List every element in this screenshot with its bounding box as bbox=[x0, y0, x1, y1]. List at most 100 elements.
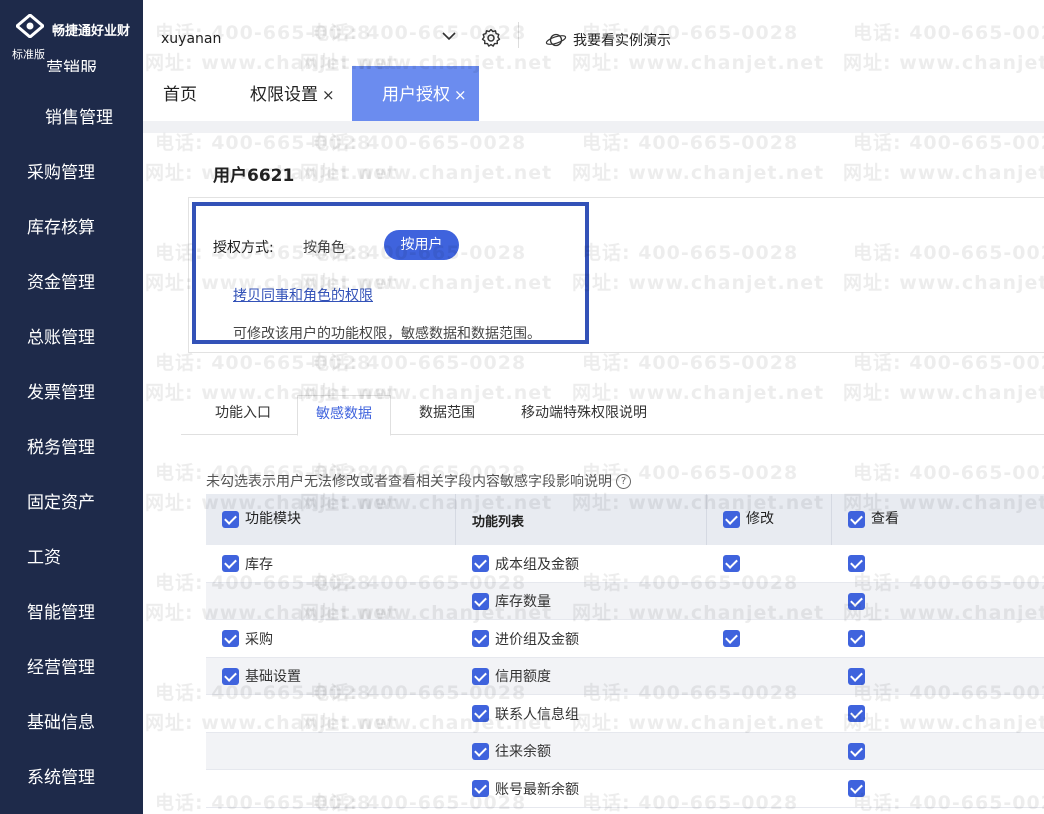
tab-home[interactable]: 首页 bbox=[163, 66, 197, 121]
page-tabs: 首页 权限设置 × 用户授权 × bbox=[143, 66, 1044, 121]
modify-cell bbox=[723, 545, 740, 582]
tab-user-authorization-label: 用户授权 bbox=[382, 85, 450, 105]
brand-name: 畅捷通好业财 bbox=[52, 24, 131, 39]
view-cell bbox=[848, 695, 865, 732]
select-all-module-checkbox[interactable] bbox=[222, 511, 239, 528]
header-modify-label: 修改 bbox=[746, 511, 774, 527]
subtab-data-scope[interactable]: 数据范围 bbox=[419, 395, 475, 435]
sidebar-item-cut[interactable]: 营销服 bbox=[46, 54, 97, 72]
help-icon[interactable]: ? bbox=[616, 473, 631, 489]
module-checkbox[interactable] bbox=[222, 555, 239, 572]
field-cell: 库存数量 bbox=[472, 583, 551, 620]
modify-checkbox[interactable] bbox=[723, 555, 740, 572]
select-all-view-checkbox[interactable] bbox=[848, 511, 865, 528]
field-checkbox[interactable] bbox=[472, 592, 489, 610]
page-title: 用户6621 bbox=[213, 166, 295, 186]
field-cell: 联系人信息组 bbox=[472, 695, 579, 732]
sidebar-item-basic-info[interactable]: 基础信息 bbox=[0, 703, 143, 743]
sidebar: 畅捷通好业财 标准版 营销服 销售管理 采购管理 库存核算 资金管理 总账管理 … bbox=[0, 0, 143, 814]
content-card: 用户6621 授权方式: 按角色 按用户 拷贝同事和角色的权限 可修改该用户的功… bbox=[143, 133, 1044, 814]
field-label: 库存数量 bbox=[495, 594, 551, 610]
main-area: 用户6621 授权方式: 按角色 按用户 拷贝同事和角色的权限 可修改该用户的功… bbox=[143, 121, 1044, 814]
subtab-mobile-permissions[interactable]: 移动端特殊权限说明 bbox=[521, 395, 647, 435]
tab-home-label: 首页 bbox=[163, 85, 197, 105]
sidebar-item-payroll[interactable]: 工资 bbox=[0, 538, 143, 578]
tab-user-authorization[interactable]: 用户授权 × bbox=[352, 66, 479, 121]
auth-method-label: 授权方式: bbox=[213, 240, 274, 256]
header-module: 功能模块 bbox=[222, 494, 301, 545]
auth-description: 可修改该用户的功能权限，敏感数据和数据范围。 bbox=[233, 326, 541, 342]
field-label: 进价组及金额 bbox=[495, 631, 579, 648]
sidebar-item-operations[interactable]: 经营管理 bbox=[0, 648, 143, 688]
demo-link[interactable]: 我要看实例演示 bbox=[545, 30, 671, 50]
chevron-down-icon[interactable] bbox=[441, 28, 457, 44]
view-checkbox[interactable] bbox=[848, 630, 865, 647]
tab-permission-settings[interactable]: 权限设置 × bbox=[250, 66, 335, 121]
view-checkbox[interactable] bbox=[848, 705, 865, 722]
auth-by-user-button[interactable]: 按用户 bbox=[384, 230, 459, 260]
modify-checkbox[interactable] bbox=[723, 630, 740, 647]
view-checkbox[interactable] bbox=[848, 592, 865, 610]
subtab-function-entry[interactable]: 功能入口 bbox=[215, 395, 271, 435]
auth-by-role-option[interactable]: 按角色 bbox=[303, 237, 345, 257]
field-checkbox[interactable] bbox=[472, 705, 489, 722]
sidebar-item-sales[interactable]: 销售管理 bbox=[0, 98, 143, 138]
topbar: xuyanan 我要看实例演示 bbox=[143, 0, 1044, 66]
field-checkbox[interactable] bbox=[472, 780, 489, 797]
field-cell: 往来余额 bbox=[472, 733, 551, 770]
field-label: 信用额度 bbox=[495, 669, 551, 685]
sensitive-data-note: 未勾选表示用户无法修改或者查看相关字段内容敏感字段影响说明 ? bbox=[206, 471, 631, 491]
field-checkbox[interactable] bbox=[472, 667, 489, 685]
field-label: 账号最新余额 bbox=[495, 781, 579, 798]
sidebar-item-funds[interactable]: 资金管理 bbox=[0, 263, 143, 303]
table-row: 联系人信息组 bbox=[206, 695, 1044, 733]
header-modify: 修改 bbox=[723, 494, 774, 545]
close-icon[interactable]: × bbox=[322, 86, 335, 104]
view-checkbox[interactable] bbox=[848, 780, 865, 797]
module-checkbox[interactable] bbox=[222, 667, 239, 685]
view-checkbox[interactable] bbox=[848, 555, 865, 572]
field-cell: 进价组及金额 bbox=[472, 620, 579, 657]
planet-icon bbox=[545, 33, 567, 47]
current-user[interactable]: xuyanan bbox=[161, 31, 221, 47]
view-checkbox[interactable] bbox=[848, 667, 865, 685]
sidebar-item-tax[interactable]: 税务管理 bbox=[0, 428, 143, 468]
header-function-list: 功能列表 bbox=[472, 497, 524, 548]
field-checkbox[interactable] bbox=[472, 630, 489, 647]
table-row: 库存数量 bbox=[206, 582, 1044, 620]
subtab-sensitive-data[interactable]: 敏感数据 bbox=[297, 395, 391, 436]
close-icon[interactable]: × bbox=[454, 86, 467, 104]
sidebar-item-inventory-accounting[interactable]: 库存核算 bbox=[0, 208, 143, 248]
view-cell bbox=[848, 545, 865, 582]
sidebar-item-invoice[interactable]: 发票管理 bbox=[0, 373, 143, 413]
field-checkbox[interactable] bbox=[472, 555, 489, 572]
app-root: 畅捷通好业财 标准版 营销服 销售管理 采购管理 库存核算 资金管理 总账管理 … bbox=[0, 0, 1044, 814]
modify-cell bbox=[723, 620, 740, 657]
view-cell bbox=[848, 583, 865, 620]
view-checkbox[interactable] bbox=[848, 742, 865, 760]
sidebar-item-smart[interactable]: 智能管理 bbox=[0, 593, 143, 633]
gear-icon[interactable] bbox=[481, 28, 501, 48]
field-label: 联系人信息组 bbox=[495, 706, 579, 723]
table-row: 账号最新余额 bbox=[206, 770, 1044, 808]
header-view: 查看 bbox=[848, 494, 899, 545]
sidebar-item-system[interactable]: 系统管理 bbox=[0, 758, 143, 798]
column-divider bbox=[831, 494, 832, 545]
note-text: 未勾选表示用户无法修改或者查看相关字段内容敏感字段影响说明 bbox=[206, 474, 612, 490]
module-checkbox[interactable] bbox=[222, 630, 239, 647]
field-checkbox[interactable] bbox=[472, 742, 489, 760]
field-cell: 信用额度 bbox=[472, 658, 551, 695]
column-divider bbox=[706, 494, 707, 545]
copy-permissions-link[interactable]: 拷贝同事和角色的权限 bbox=[233, 285, 373, 305]
select-all-modify-checkbox[interactable] bbox=[723, 511, 740, 528]
view-cell bbox=[848, 620, 865, 657]
view-cell bbox=[848, 733, 865, 770]
column-divider bbox=[455, 494, 456, 545]
table-row: 往来余额 bbox=[206, 732, 1044, 770]
header-module-label: 功能模块 bbox=[245, 511, 301, 527]
sidebar-item-ledger[interactable]: 总账管理 bbox=[0, 318, 143, 358]
sidebar-item-fixed-assets[interactable]: 固定资产 bbox=[0, 483, 143, 523]
module-label: 采购 bbox=[245, 631, 273, 648]
sidebar-item-purchase[interactable]: 采购管理 bbox=[0, 153, 143, 193]
demo-label: 我要看实例演示 bbox=[573, 33, 671, 49]
